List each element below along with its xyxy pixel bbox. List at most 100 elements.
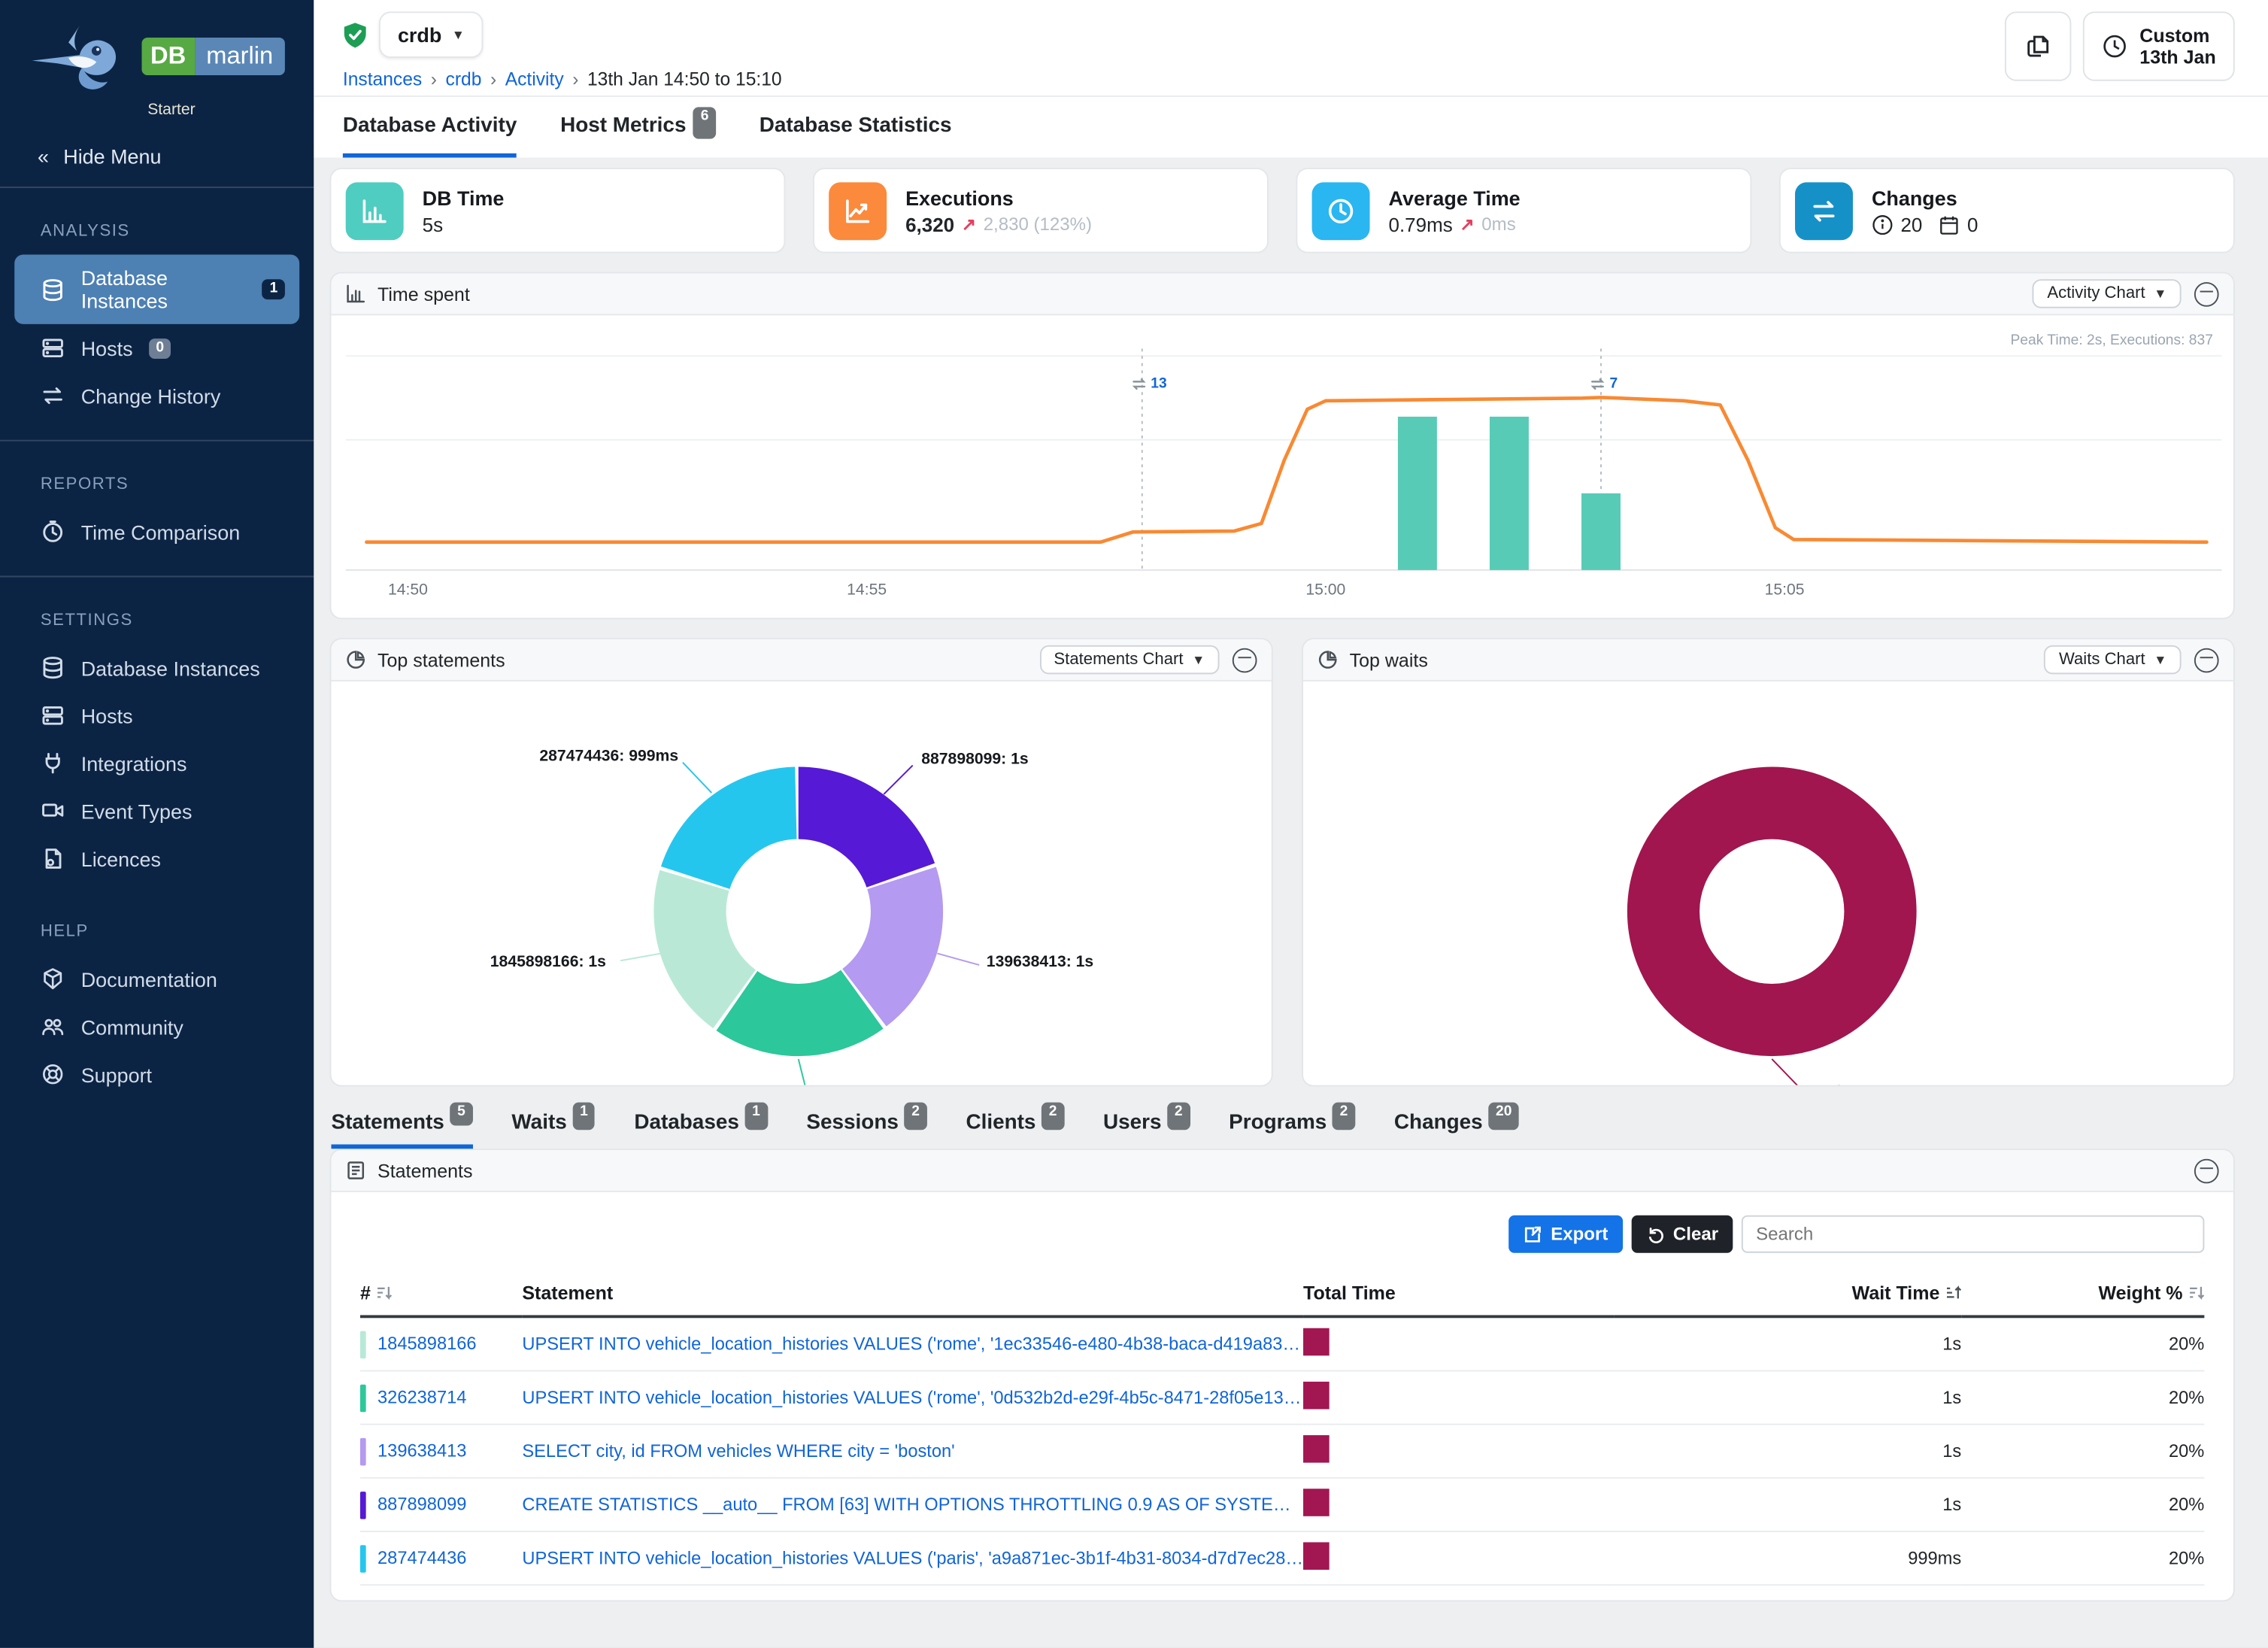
breadcrumb-activity[interactable]: Activity: [505, 68, 564, 90]
detail-tab-statements[interactable]: Statements5: [331, 1111, 472, 1149]
table-row[interactable]: 287474436 UPSERT INTO vehicle_location_hi…: [360, 1531, 2204, 1585]
change-annotation[interactable]: 7: [1590, 376, 1618, 392]
sidebar-section-title: REPORTS: [0, 464, 314, 508]
sidebar-item-event-types[interactable]: Event Types: [0, 787, 314, 834]
collapse-panel-icon[interactable]: [1233, 648, 1257, 672]
sidebar-section-title: SETTINGS: [0, 600, 314, 644]
statement-id-link[interactable]: 1845898166: [377, 1333, 477, 1353]
waits-chart-selector[interactable]: Waits Chart ▼: [2045, 645, 2182, 674]
col-header-weight[interactable]: Weight %: [1961, 1273, 2204, 1317]
sidebar-item-label: Hosts: [81, 704, 133, 727]
sidebar-item-database-instances[interactable]: Database Instances: [0, 644, 314, 691]
donut-label: 139638413: 1s: [987, 954, 1093, 971]
statement-link[interactable]: UPSERT INTO vehicle_location_histories V…: [522, 1388, 1303, 1408]
sidebar-item-licences[interactable]: Licences: [0, 835, 314, 882]
content: DB Time 5s Executions 6,320 ↗: [314, 158, 2268, 1648]
tab-database-statistics[interactable]: Database Statistics: [760, 114, 952, 158]
sidebar-item-community[interactable]: Community: [0, 1003, 314, 1050]
count-badge: 2: [905, 1103, 927, 1131]
sidebar-item-database-instances[interactable]: Database Instances1: [14, 255, 299, 324]
hosts-icon: [41, 703, 65, 728]
copy-button[interactable]: [2005, 11, 2071, 80]
export-button[interactable]: Export: [1508, 1216, 1622, 1253]
detail-tab-programs[interactable]: Programs2: [1229, 1111, 1355, 1149]
col-header-statement[interactable]: Statement: [522, 1273, 1303, 1317]
time-spent-chart[interactable]: Peak Time: 2s, Executions: 837 14:5014:5…: [331, 315, 2233, 618]
time-range-button[interactable]: Custom 13th Jan: [2083, 11, 2234, 80]
tab-host-metrics[interactable]: Host Metrics6: [560, 114, 716, 158]
total-time-bar: [1303, 1542, 1330, 1570]
statement-id-link[interactable]: 326238714: [377, 1386, 466, 1407]
sidebar-item-time-comparison[interactable]: Time Comparison: [0, 508, 314, 555]
statement-id-link[interactable]: 139638413: [377, 1440, 466, 1460]
breadcrumb-crdb[interactable]: crdb: [446, 68, 482, 90]
sidebar-item-change-history[interactable]: Change History: [0, 372, 314, 419]
collapse-panel-icon[interactable]: [2194, 281, 2219, 306]
tab-label: Databases: [634, 1111, 739, 1139]
info-circle-icon[interactable]: [1872, 214, 1894, 235]
activity-chart-selector[interactable]: Activity Chart ▼: [2033, 279, 2181, 308]
statement-link[interactable]: UPSERT INTO vehicle_location_histories V…: [522, 1334, 1303, 1354]
page-tabs: Database Activity Host Metrics6 Database S…: [314, 97, 2268, 158]
statement-id-link[interactable]: 287474436: [377, 1547, 466, 1568]
donut-label: 1845898166: 1s: [389, 954, 606, 971]
tab-label: Database Statistics: [760, 114, 952, 146]
table-row[interactable]: 326238714 UPSERT INTO vehicle_location_hi…: [360, 1370, 2204, 1424]
calendar-icon[interactable]: [1939, 214, 1960, 235]
db-time-value: 5s: [423, 214, 443, 235]
community-icon: [41, 1014, 65, 1039]
table-row[interactable]: 139638413 SELECT city, id FROM vehicles W…: [360, 1425, 2204, 1478]
panel-title: Top statements: [377, 649, 505, 671]
panel-title: Time spent: [377, 283, 470, 305]
donut-label: executing: 5s: [1786, 1084, 1887, 1087]
sidebar-item-documentation[interactable]: Documentation: [0, 955, 314, 1002]
breadcrumb-instances[interactable]: Instances: [343, 68, 422, 90]
table-row[interactable]: 887898099 CREATE STATISTICS __auto__ FROM…: [360, 1478, 2204, 1531]
tab-database-activity[interactable]: Database Activity: [343, 114, 517, 158]
instance-selector[interactable]: crdb ▼: [379, 11, 484, 58]
statement-id-link[interactable]: 887898099: [377, 1494, 466, 1514]
wait-time-cell: 1s: [1615, 1425, 1962, 1478]
detail-tab-users[interactable]: Users2: [1103, 1111, 1190, 1149]
svg-text:15:05: 15:05: [1765, 581, 1805, 599]
sidebar-item-hosts[interactable]: Hosts: [0, 691, 314, 739]
waits-donut-chart[interactable]: executing: 5s: [1303, 681, 2233, 1085]
statement-link[interactable]: UPSERT INTO vehicle_location_histories V…: [522, 1548, 1303, 1568]
sidebar-item-integrations[interactable]: Integrations: [0, 739, 314, 787]
col-header-total-time[interactable]: Total Time: [1303, 1273, 1615, 1317]
collapse-panel-icon[interactable]: [2194, 1158, 2219, 1183]
count-badge: 6: [693, 107, 716, 138]
detail-tab-databases[interactable]: Databases1: [634, 1111, 767, 1149]
detail-tab-waits[interactable]: Waits1: [511, 1111, 595, 1149]
sidebar-item-support[interactable]: Support: [0, 1050, 314, 1097]
collapse-panel-icon[interactable]: [2194, 648, 2219, 672]
sidebar-item-hosts[interactable]: Hosts0: [0, 324, 314, 372]
statements-donut-chart[interactable]: 287474436: 999ms 887898099: 1s 184589816…: [331, 681, 1271, 1085]
statements-chart-selector[interactable]: Statements Chart ▼: [1039, 645, 1219, 674]
total-time-bar: [1303, 1489, 1330, 1516]
col-header-id[interactable]: #: [360, 1273, 522, 1317]
statement-link[interactable]: SELECT city, id FROM vehicles WHERE city…: [522, 1441, 1303, 1461]
search-input[interactable]: [1742, 1216, 2205, 1253]
tab-label: Clients: [966, 1111, 1035, 1139]
statement-link[interactable]: CREATE STATISTICS __auto__ FROM [63] WIT…: [522, 1495, 1303, 1515]
breadcrumb: Instances› crdb› Activity› 13th Jan 14:5…: [343, 68, 2268, 90]
detail-tab-clients[interactable]: Clients2: [966, 1111, 1064, 1149]
sidebar-section-reports: REPORTSTime Comparison: [0, 442, 314, 562]
detail-tab-changes[interactable]: Changes20: [1394, 1111, 1519, 1149]
collapse-chevrons-icon: «: [38, 144, 49, 168]
dbmarlin-app: DB marlin Starter « Hide Menu ANALYSISDa…: [0, 0, 2268, 1648]
change-annotation[interactable]: 13: [1130, 376, 1166, 392]
count-badge: 1: [745, 1103, 768, 1131]
col-header-wait-time[interactable]: Wait Time: [1615, 1273, 1962, 1317]
hide-menu-button[interactable]: « Hide Menu: [0, 124, 314, 187]
sidebar-item-label: Hosts: [81, 336, 133, 360]
clear-button[interactable]: Clear: [1631, 1216, 1733, 1253]
sidebar-item-label: Event Types: [81, 800, 193, 823]
swap-arrows-icon: [1808, 195, 1839, 226]
weight-cell: 20%: [1961, 1316, 2204, 1370]
chevron-down-icon: ▼: [1192, 652, 1205, 666]
table-row[interactable]: 1845898166 UPSERT INTO vehicle_location_h…: [360, 1316, 2204, 1370]
change-icon: [41, 384, 65, 408]
detail-tab-sessions[interactable]: Sessions2: [806, 1111, 926, 1149]
